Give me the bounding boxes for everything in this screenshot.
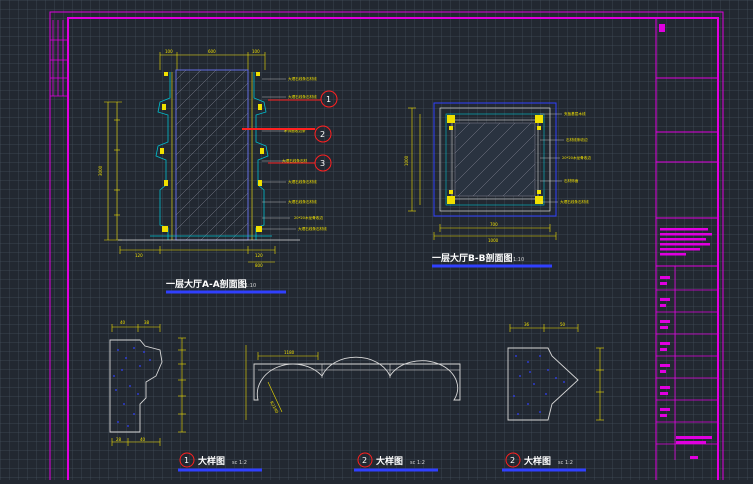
- dim-b-top: 700: [490, 222, 498, 227]
- detail-2b-number: 2: [510, 456, 515, 465]
- section-b-note-1: 夹板基层木线: [564, 111, 586, 116]
- detail-2b-title: 大样图: [524, 455, 551, 467]
- dim-a-bottom-1: 120: [135, 253, 143, 258]
- section-a-title: 一层大厅A-A剖面图: [166, 278, 247, 290]
- dim-a-bottom-3: 800: [255, 263, 263, 268]
- section-a-note-8: 大理石线条石材线: [298, 226, 327, 231]
- dim-a-top-3: 100: [252, 49, 260, 54]
- section-b-scale: sc 1:10: [506, 257, 524, 263]
- detail-1-number: 1: [184, 456, 189, 465]
- section-a-note-2: 大理石线条石材线: [288, 94, 317, 99]
- detail-1-title: 大样图: [198, 455, 225, 467]
- detail-2b: 36 50 2 大样图 sc 1:2: [502, 322, 604, 472]
- dim-a-top-2: 600: [208, 49, 216, 54]
- cad-drawing-sheet: 100 600 100 3000 120 120 800 大理石线条石材线 大理…: [49, 11, 724, 483]
- section-b-note-5: 大理石线条石材线: [560, 199, 589, 204]
- section-b-title: 一层大厅B-B剖面图: [432, 252, 512, 264]
- sheet-border: [49, 11, 724, 483]
- section-a-a: 100 600 100 3000 120 120 800 大理石线条石材线 大理…: [98, 49, 338, 294]
- dim-d1-bot-1: 28: [116, 437, 122, 442]
- detail-1: 40 38 28 40 1 大样图 sc 1:2: [109, 320, 262, 472]
- dim-b-left: 1000: [404, 155, 409, 166]
- dim-a-left-total: 3000: [98, 165, 103, 176]
- callout-1-label: 1: [326, 95, 331, 104]
- dim-d3-top-1: 36: [524, 322, 530, 327]
- callout-2-label: 2: [320, 130, 325, 139]
- dim-d1-top-1: 40: [120, 320, 126, 325]
- cad-drawing-canvas[interactable]: 100 600 100 3000 120 120 800 大理石线条石材线 大理…: [0, 0, 753, 483]
- dim-arch-r: R2140: [269, 400, 280, 414]
- section-a-scale: sc 1:10: [238, 283, 256, 289]
- section-b-note-2: 石材线条收边: [566, 137, 588, 142]
- section-a-note-4: 大理石线条石材: [282, 158, 308, 163]
- callout-3-label: 3: [320, 159, 325, 168]
- detail-2a-scale: sc 1:2: [410, 460, 425, 466]
- dim-d3-top-2: 50: [560, 322, 566, 327]
- dim-b-top-2: 1000: [488, 238, 499, 243]
- dim-a-top-1: 100: [165, 49, 173, 54]
- dim-d1-bot-2: 40: [140, 437, 146, 442]
- title-block: [655, 17, 719, 483]
- detail-2a: 1180 R2140 2 大样图 sc 1:2: [245, 345, 461, 472]
- section-b-b: 700 1000 1000 夹板基层木线 石材线条收边 20*20木龙骨收边 石…: [404, 102, 591, 268]
- detail-2b-scale: sc 1:2: [558, 460, 573, 466]
- detail-2a-number: 2: [362, 456, 367, 465]
- section-a-note-6: 大理石线条石材线: [288, 199, 317, 204]
- dim-a-bottom-2: 120: [255, 253, 263, 258]
- detail-1-scale: sc 1:2: [232, 460, 247, 466]
- section-a-note-1: 大理石线条石材线: [288, 76, 317, 81]
- dim-arch-span: 1180: [284, 350, 295, 355]
- dim-d1-top-2: 38: [144, 320, 150, 325]
- section-b-note-3: 20*20木龙骨收边: [562, 155, 591, 160]
- detail-2a-title: 大样图: [376, 455, 403, 467]
- section-b-note-4: 石材饰面: [564, 178, 579, 183]
- section-a-note-7: 20*20木龙骨收边: [294, 215, 323, 220]
- section-a-note-5: 大理石线条石材线: [288, 179, 317, 184]
